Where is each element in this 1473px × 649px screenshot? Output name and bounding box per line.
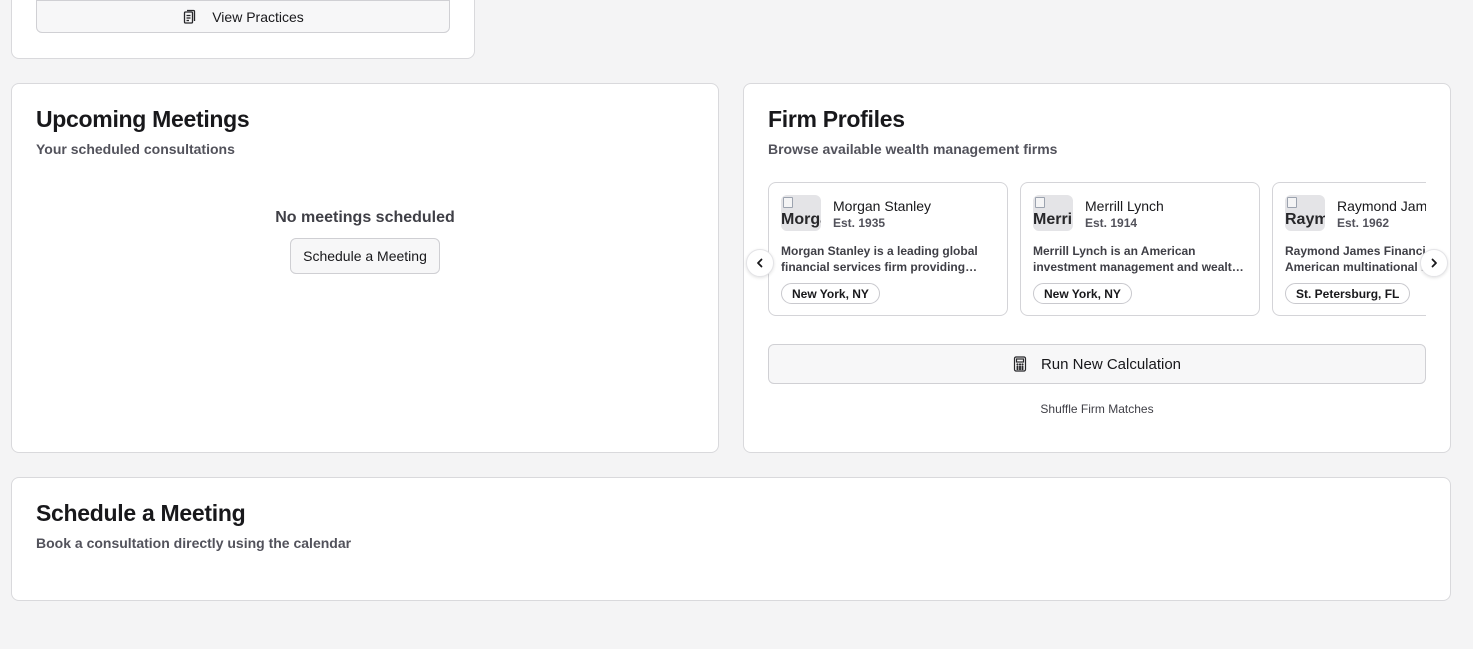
broken-image-icon <box>1287 197 1297 208</box>
firm-logo-alt: Raymond James <box>1285 211 1325 228</box>
document-icon <box>184 9 196 24</box>
firm-name: Merrill Lynch <box>1085 198 1164 214</box>
firm-location-badge: New York, NY <box>781 283 880 304</box>
firm-carousel: Morgan Stanley Morgan Stanley Est. 1935 … <box>768 182 1426 316</box>
calculator-icon <box>1013 356 1027 372</box>
firm-card-merrill-lynch[interactable]: Merrill Lynch Merrill Lynch Est. 1914 Me… <box>1020 182 1260 316</box>
view-practices-button[interactable]: View Practices <box>36 0 450 33</box>
meetings-subtitle: Your scheduled consultations <box>36 141 235 157</box>
firm-logo-alt: Morgan Stanley <box>781 211 821 228</box>
broken-image-icon <box>783 197 793 208</box>
firm-logo: Merrill Lynch <box>1033 195 1073 231</box>
carousel-next-button[interactable] <box>1420 249 1448 277</box>
schedule-subtitle: Book a consultation directly using the c… <box>36 535 352 551</box>
firm-logo: Morgan Stanley <box>781 195 821 231</box>
meetings-title: Upcoming Meetings <box>36 106 250 132</box>
broken-image-icon <box>1035 197 1045 208</box>
view-practices-label: View Practices <box>212 8 304 25</box>
firm-description: Morgan Stanley is a leading global finan… <box>781 244 978 274</box>
shuffle-firm-matches-link[interactable]: Shuffle Firm Matches <box>768 402 1426 416</box>
firm-name: Morgan Stanley <box>833 198 932 214</box>
chevron-right-icon <box>1431 258 1437 268</box>
firm-established: Est. 1962 <box>1337 216 1390 230</box>
carousel-prev-button[interactable] <box>746 249 774 277</box>
schedule-title: Schedule a Meeting <box>36 500 246 526</box>
upcoming-meetings-card: Upcoming Meetings Your scheduled consult… <box>11 83 719 453</box>
firm-card-morgan-stanley[interactable]: Morgan Stanley Morgan Stanley Est. 1935 … <box>768 182 1008 316</box>
no-meetings-text: No meetings scheduled <box>275 209 455 226</box>
run-calculation-label: Run New Calculation <box>1040 355 1182 373</box>
firm-profiles-card: Firm Profiles Browse available wealth ma… <box>743 83 1451 453</box>
firm-location-badge: St. Petersburg, FL <box>1285 283 1411 304</box>
firm-location-badge: New York, NY <box>1033 283 1132 304</box>
firm-description: Raymond James Financial is an American m… <box>1285 244 1426 274</box>
firm-established: Est. 1914 <box>1085 216 1138 230</box>
run-calculation-button[interactable]: Run New Calculation <box>768 344 1426 384</box>
firm-name: Raymond James <box>1337 198 1426 214</box>
firm-card-raymond-james[interactable]: Raymond James Raymond James Est. 1962 Ra… <box>1272 182 1426 316</box>
firm-established: Est. 1935 <box>833 216 886 230</box>
firms-title: Firm Profiles <box>768 106 905 132</box>
firm-logo: Raymond James <box>1285 195 1325 231</box>
firms-subtitle: Browse available wealth management firms <box>768 141 1058 157</box>
schedule-meeting-button[interactable]: Schedule a Meeting <box>290 238 440 274</box>
firm-logo-alt: Merrill Lynch <box>1033 211 1073 228</box>
firm-description: Merrill Lynch is an American investment … <box>1033 244 1240 274</box>
chevron-left-icon <box>757 258 763 268</box>
practices-card: View Practices <box>11 0 475 59</box>
schedule-meeting-card: Schedule a Meeting Book a consultation d… <box>11 477 1451 601</box>
